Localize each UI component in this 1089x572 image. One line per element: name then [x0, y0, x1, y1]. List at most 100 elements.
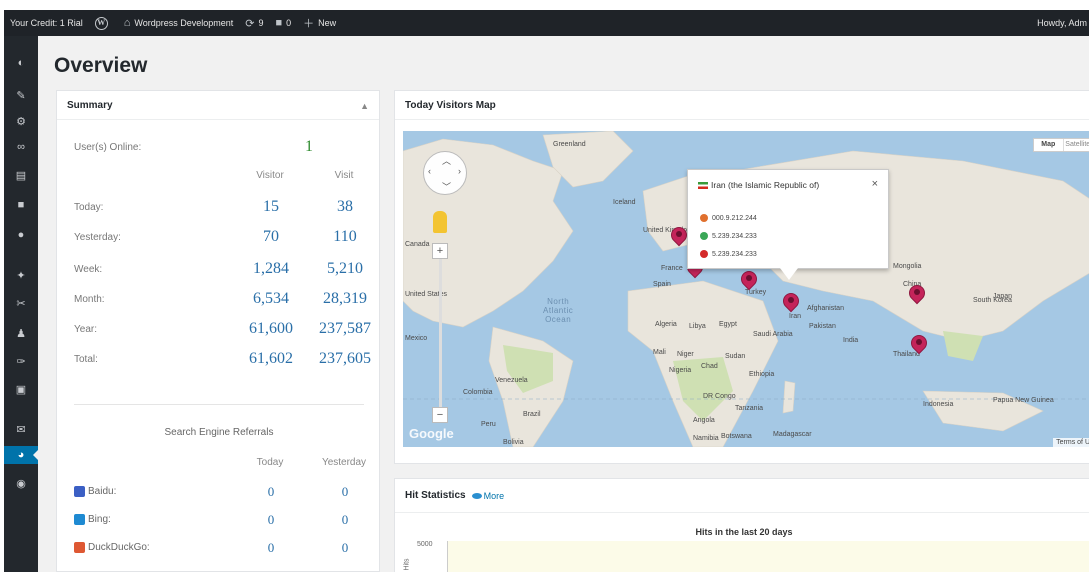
tools-icon[interactable]: ✑	[4, 352, 38, 370]
visitor-value[interactable]: 61,602	[236, 350, 306, 368]
dashboard-icon[interactable]: ◐	[4, 54, 38, 72]
pan-control[interactable]: ︿ ‹ › ﹀	[423, 151, 467, 195]
yesterday-value[interactable]: 0	[310, 484, 380, 500]
today-value[interactable]: 0	[236, 484, 306, 500]
zoom-out-button[interactable]: −	[432, 407, 448, 423]
visitor-value[interactable]: 15	[236, 198, 306, 216]
map-label: Spain	[653, 281, 671, 288]
map-pin[interactable]	[905, 281, 929, 307]
col-visitor: Visitor	[256, 170, 284, 181]
wp-logo-item[interactable]: W	[94, 16, 112, 30]
pan-up-icon[interactable]: ︿	[442, 154, 451, 167]
howdy-label: Howdy, Adm	[1037, 18, 1087, 28]
engine-label: Bing:	[74, 514, 111, 525]
terms-link[interactable]: Terms of U	[1053, 438, 1089, 447]
statistics-icon[interactable]: ◕	[4, 446, 38, 464]
map-label: Greenland	[553, 141, 586, 148]
summary-title: Summary	[67, 99, 113, 111]
map-type-control: Map Satellite	[1033, 138, 1089, 152]
visitor-ip[interactable]: 000.9.212.244	[700, 214, 757, 222]
today-value[interactable]: 0	[236, 512, 306, 528]
link-icon[interactable]: ∞	[4, 138, 38, 156]
pan-right-icon[interactable]: ›	[458, 166, 461, 176]
visit-value[interactable]: 5,210	[310, 260, 380, 278]
street-view-pegman-icon[interactable]	[433, 211, 447, 233]
visitor-value[interactable]: 1,284	[236, 260, 306, 278]
admin-side-menu: ◐ ✎ ⚙ ∞ ▤ ■ ● ✦ ✂ ♟ ✑ ▣ ✉ ◕ ◉	[4, 36, 38, 572]
duckduckgo-icon	[74, 542, 85, 553]
world-map[interactable]: Greenland Iceland Canada United States M…	[403, 131, 1089, 447]
new-content-item[interactable]: ＋ New	[303, 15, 336, 31]
visit-value[interactable]: 38	[310, 198, 380, 216]
more-link[interactable]: More	[471, 491, 504, 501]
row-label: Week:	[74, 264, 103, 275]
users-icon[interactable]: ♟	[4, 324, 38, 342]
summary-row: Month: 6,534 28,319	[74, 289, 367, 311]
map-label: Chad	[701, 363, 718, 370]
comments-item[interactable]: ■ 0	[275, 17, 291, 29]
yesterday-value[interactable]: 0	[310, 512, 380, 528]
account-menu[interactable]: Howdy, Adm	[1037, 18, 1087, 28]
updates-item[interactable]: ⟳ 9	[245, 17, 263, 30]
map-label: Mali	[653, 349, 666, 356]
map-label: Algeria	[655, 321, 677, 328]
visit-value[interactable]: 237,605	[310, 350, 380, 368]
map-header[interactable]: Today Visitors Map	[395, 91, 1089, 120]
row-label: Month:	[74, 294, 105, 305]
appearance-icon[interactable]: ✦	[4, 266, 38, 284]
search-engine-title: Search Engine Referrals	[164, 427, 274, 438]
map-label: Venezuela	[495, 377, 528, 384]
map-label: Papua New Guinea	[993, 397, 1054, 404]
col-today: Today	[256, 457, 284, 468]
map-label: Libya	[689, 323, 706, 330]
google-logo: Google	[409, 426, 454, 441]
pin-icon[interactable]: ✎	[4, 86, 38, 104]
zoom-in-button[interactable]: +	[432, 243, 448, 259]
home-icon: ⌂	[123, 17, 131, 29]
summary-row: Total: 61,602 237,605	[74, 349, 371, 371]
search-engine-row: DuckDuckGo: 0 0	[74, 537, 364, 559]
map-type-satellite[interactable]: Satellite	[1062, 139, 1089, 151]
country-name: Iran (the Islamic Republic of)	[711, 180, 820, 190]
yesterday-value[interactable]: 0	[310, 540, 380, 556]
visitor-value[interactable]: 70	[236, 228, 306, 246]
page-title: Overview	[54, 54, 148, 77]
comments-count: 0	[286, 18, 292, 28]
circle-icon[interactable]: ●	[4, 226, 38, 244]
comments-icon[interactable]: ■	[4, 196, 38, 214]
map-pin[interactable]	[737, 267, 761, 293]
map-pin[interactable]	[779, 289, 803, 315]
today-value[interactable]: 0	[236, 540, 306, 556]
close-icon[interactable]: ×	[872, 178, 878, 190]
map-label: Saudi Arabia	[753, 331, 793, 338]
users-online-value[interactable]: 1	[274, 138, 344, 156]
circle-settings-icon[interactable]: ◉	[4, 474, 38, 492]
summary-header[interactable]: Summary	[57, 91, 379, 120]
settings-icon[interactable]: ▣	[4, 380, 38, 398]
pin-dot	[746, 275, 752, 281]
pan-left-icon[interactable]: ‹	[428, 166, 431, 176]
mail-icon[interactable]: ✉	[4, 420, 38, 438]
visit-value[interactable]: 110	[310, 228, 380, 246]
pages-icon[interactable]: ▤	[4, 166, 38, 184]
map-pin[interactable]	[907, 331, 931, 357]
map-type-map[interactable]: Map	[1034, 139, 1063, 151]
visitor-ip[interactable]: 5.239.234.233	[700, 232, 757, 240]
zoom-slider[interactable]	[439, 249, 442, 417]
pin-dot	[916, 339, 922, 345]
sliders-icon[interactable]: ⚙	[4, 112, 38, 130]
pan-down-icon[interactable]: ﹀	[442, 180, 451, 193]
collapse-toggle-icon[interactable]: ▲	[360, 101, 369, 111]
visitor-ip[interactable]: 5.239.234.233	[700, 250, 757, 258]
site-name-item[interactable]: ⌂ Wordpress Development	[124, 17, 234, 29]
credit-item[interactable]: Your Credit: 1 Rial	[10, 18, 83, 28]
map-label: Mongolia	[893, 263, 922, 270]
map-pin[interactable]	[667, 223, 691, 249]
plugins-icon[interactable]: ✂	[4, 294, 38, 312]
hit-statistics-header[interactable]: Hit Statistics More	[395, 479, 1089, 513]
users-online-row: User(s) Online: 1	[74, 137, 364, 159]
visitor-value[interactable]: 6,534	[236, 290, 306, 308]
visitor-value[interactable]: 61,600	[236, 320, 306, 338]
visit-value[interactable]: 28,319	[310, 290, 380, 308]
visit-value[interactable]: 237,587	[310, 320, 380, 338]
